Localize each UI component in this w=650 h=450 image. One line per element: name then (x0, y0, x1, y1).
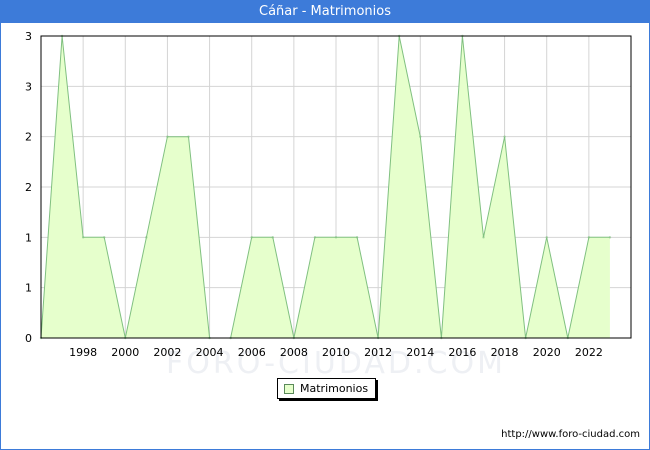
chart-frame: Cáñar - Matrimonios FORO-CIUDAD.COM 1998 2… (0, 0, 650, 450)
x-tick-label: 2016 (448, 346, 476, 359)
data-point (166, 135, 169, 138)
data-point (334, 236, 338, 239)
y-tick-label: 0 (25, 332, 32, 345)
data-point (313, 236, 317, 239)
legend-swatch (284, 383, 294, 394)
data-point (271, 236, 274, 239)
data-point (145, 236, 148, 239)
data-point (103, 236, 106, 239)
data-point (482, 236, 485, 239)
x-tick-label: 2020 (533, 346, 561, 359)
x-tick-label: 2022 (575, 346, 603, 359)
data-point (545, 236, 548, 239)
data-point (81, 236, 85, 239)
y-tick-label: 1 (25, 231, 32, 244)
x-tick-label: 2010 (322, 346, 350, 359)
data-point (503, 135, 506, 138)
data-point (587, 236, 591, 239)
y-tick-label: 2 (25, 131, 32, 144)
data-point (355, 236, 359, 239)
x-tick-label: 2018 (491, 346, 519, 359)
source-credit: http://www.foro-ciudad.com (501, 429, 640, 440)
y-tick-label: 3 (25, 30, 32, 43)
x-tick-label: 2012 (364, 346, 392, 359)
data-point (608, 236, 612, 239)
legend-label: Matrimonios (300, 382, 369, 395)
y-tick-label: 1 (25, 282, 32, 295)
data-point (250, 236, 253, 239)
x-tick-label: 2004 (196, 346, 224, 359)
data-point (187, 135, 190, 138)
x-tick-label: 2006 (238, 346, 266, 359)
x-tick-label: 2000 (111, 346, 139, 359)
legend: Matrimonios (277, 378, 377, 399)
x-tick-label: 2014 (406, 346, 434, 359)
x-tick-label: 1998 (69, 346, 97, 359)
x-tick-label: 2002 (153, 346, 181, 359)
y-tick-label: 3 (25, 80, 32, 93)
data-point (419, 135, 422, 138)
x-tick-label: 2008 (280, 346, 308, 359)
y-tick-label: 2 (25, 181, 32, 194)
